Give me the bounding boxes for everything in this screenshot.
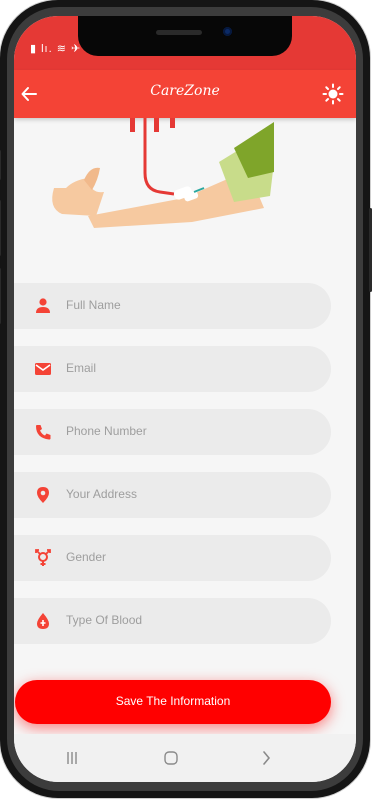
blood-type-field[interactable]: Type Of Blood: [14, 598, 331, 644]
email-field[interactable]: Email: [14, 346, 331, 392]
nav-back-button[interactable]: [246, 746, 286, 770]
notch: [78, 16, 292, 56]
envelope-icon: [35, 363, 51, 375]
system-navigation-bar: [14, 734, 356, 782]
speaker-grille: [156, 30, 202, 35]
gender-placeholder: Gender: [66, 550, 107, 564]
app-title: CareZone: [150, 83, 220, 99]
full-name-field[interactable]: Full Name: [14, 283, 331, 329]
recent-apps-icon: [67, 752, 77, 764]
app-screen: ▮ lı. ≋ ✈ CareZone Full Name Email Phone…: [14, 16, 356, 782]
blood-donation-illustration: [52, 118, 274, 228]
chevron-right-icon: [263, 751, 271, 765]
recent-apps-button[interactable]: [52, 746, 92, 770]
blood-type-placeholder: Type Of Blood: [66, 613, 143, 627]
email-placeholder: Email: [66, 361, 97, 375]
blood-drop-icon: [37, 613, 49, 629]
phone-number-placeholder: Phone Number: [66, 424, 147, 438]
status-icons: ▮ lı. ≋ ✈: [30, 43, 82, 55]
save-information-button[interactable]: Save The Information: [15, 680, 331, 724]
volume-up-button: [0, 200, 1, 256]
mute-switch: [0, 150, 1, 180]
address-field[interactable]: Your Address: [14, 472, 331, 518]
home-button[interactable]: [151, 746, 191, 770]
home-icon: [164, 751, 178, 765]
sun-icon: [322, 83, 344, 105]
front-camera: [223, 27, 232, 36]
theme-toggle-button[interactable]: [316, 78, 350, 110]
full-name-placeholder: Full Name: [66, 298, 121, 312]
location-pin-icon: [37, 487, 49, 503]
gender-icon: [35, 549, 51, 566]
phone-icon: [36, 425, 51, 440]
save-button-label: Save The Information: [115, 694, 231, 708]
app-bar: CareZone: [14, 70, 356, 118]
address-placeholder: Your Address: [66, 487, 137, 501]
person-icon: [36, 298, 50, 313]
phone-number-field[interactable]: Phone Number: [14, 409, 331, 455]
gender-field[interactable]: Gender: [14, 535, 331, 581]
phone-frame: ▮ lı. ≋ ✈ CareZone Full Name Email Phone…: [0, 0, 372, 798]
power-button: [369, 208, 372, 292]
volume-down-button: [0, 268, 1, 324]
